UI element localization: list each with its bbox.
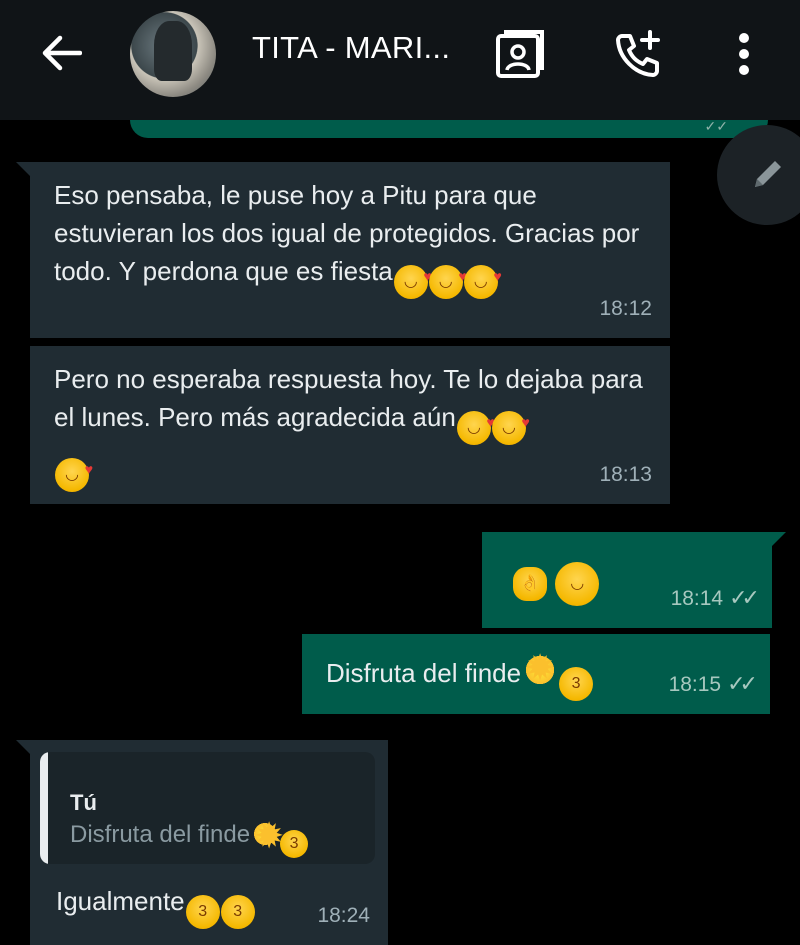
call-add-icon xyxy=(616,30,660,77)
message-text: Igualmente xyxy=(56,886,185,916)
chat-header: TITA - MARI... xyxy=(0,0,800,120)
bubble-tail xyxy=(16,162,34,180)
smiling-face-with-hearts-icon: ◡ xyxy=(393,259,432,299)
smiling-face-with-hearts-icon: ◡ xyxy=(55,452,93,492)
message-time: 18:12 xyxy=(599,297,652,320)
contact-name[interactable]: TITA - MARI... xyxy=(252,30,450,66)
pencil-icon xyxy=(755,161,781,187)
more-options-button[interactable] xyxy=(714,24,774,84)
message-bubble[interactable]: Eso pensaba, le puse hoy a Pitu para que… xyxy=(16,162,670,338)
arrow-left-icon xyxy=(42,35,82,71)
message-time: 18:15 ✓✓ xyxy=(668,671,758,696)
read-receipt-icon: ✓✓ xyxy=(704,118,728,134)
previous-message-bubble: ✓✓ xyxy=(130,118,768,138)
quote-accent-bar xyxy=(40,752,48,864)
face-blowing-kiss-icon: 3 xyxy=(185,895,220,929)
smiling-face-with-hearts-icon: ◡ xyxy=(456,405,495,445)
face-blowing-kiss-icon: 3 xyxy=(559,667,594,701)
edit-fab-button[interactable] xyxy=(717,125,800,225)
message-time: 18:14 ✓✓ xyxy=(670,585,760,610)
reply-message-bubble[interactable]: Tú Disfruta del finde3 Igualmente33 18:2… xyxy=(16,740,388,945)
bubble-tail xyxy=(768,532,786,550)
face-blowing-kiss-icon: 3 xyxy=(220,895,255,929)
back-button[interactable] xyxy=(36,30,86,76)
message-bubble[interactable]: Pero no esperaba respuesta hoy. Te lo de… xyxy=(30,346,670,504)
ok-hand-icon: 👌 xyxy=(513,567,547,601)
message-text: Disfruta del finde xyxy=(326,658,522,688)
smiling-face-with-hearts-icon: ◡ xyxy=(491,405,530,445)
smiling-face-with-hearts-icon: ◡ xyxy=(428,259,467,299)
message-text: Pero no esperaba respuesta hoy. Te lo de… xyxy=(54,364,643,432)
read-receipt-icon: ✓✓ xyxy=(729,585,760,610)
message-time: 18:13 xyxy=(599,463,652,486)
sun-icon xyxy=(251,818,287,854)
hugging-face-icon: ◡ xyxy=(555,562,600,606)
reply-content: Igualmente 3 3 xyxy=(56,882,255,929)
more-vertical-icon xyxy=(739,33,749,75)
message-bubble[interactable]: 👌 ◡ 18:14 ✓✓ xyxy=(482,532,786,628)
message-time: 18:24 xyxy=(317,904,370,927)
quoted-message[interactable]: Tú Disfruta del finde3 xyxy=(40,752,375,864)
contact-card-button[interactable] xyxy=(490,24,550,84)
contact-avatar[interactable] xyxy=(130,11,216,97)
chat-area[interactable]: ✓✓ Eso pensaba, le puse hoy a Pitu para … xyxy=(0,118,800,945)
add-call-button[interactable] xyxy=(608,24,668,84)
message-text: Eso pensaba, le puse hoy a Pitu para que… xyxy=(54,180,640,286)
sun-icon xyxy=(522,650,559,688)
face-blowing-kiss-icon: 3 xyxy=(280,830,309,858)
read-receipt-icon: ✓✓ xyxy=(727,671,758,696)
message-bubble[interactable]: Disfruta del finde 3 18:15✓✓ xyxy=(302,634,770,714)
contact-card-icon xyxy=(496,30,544,78)
quote-text: Disfruta del finde3 xyxy=(70,816,309,858)
bubble-tail xyxy=(16,740,34,758)
smiling-face-with-hearts-icon: ◡ xyxy=(463,259,502,299)
